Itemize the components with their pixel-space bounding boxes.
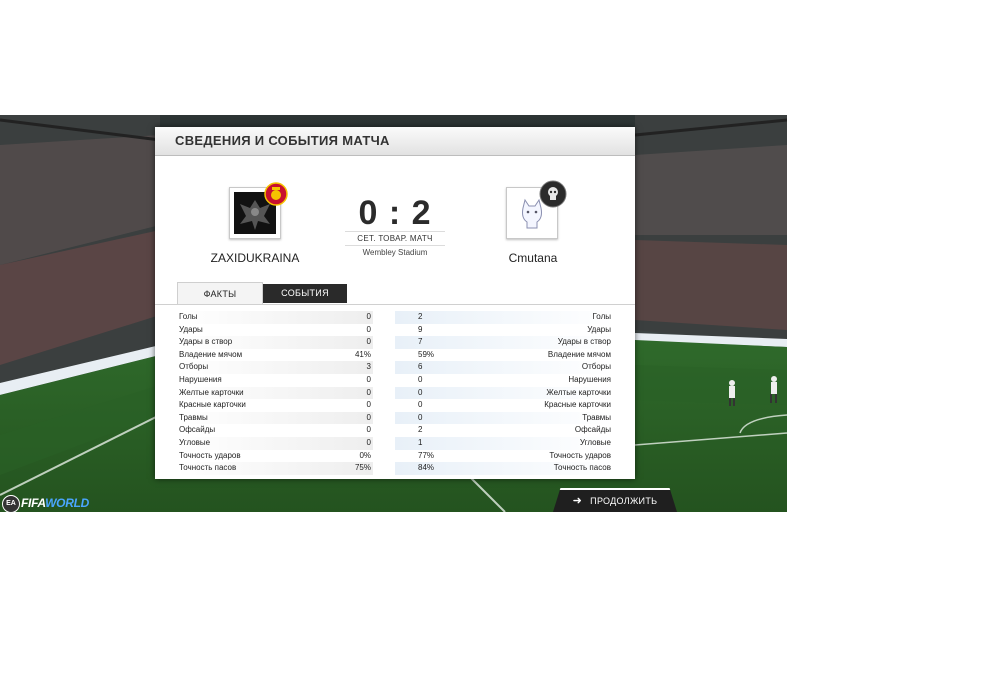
- stat-label-away: Нарушения: [568, 374, 611, 384]
- stat-row: Голы 0 2 Голы: [177, 311, 613, 324]
- stat-value-away: 6: [418, 362, 423, 372]
- stat-label-away: Удары: [587, 324, 611, 334]
- stat-row: Точность ударов 0% 77% Точность ударов: [177, 449, 613, 463]
- continue-button-label: ПРОДОЛЖИТЬ: [590, 496, 658, 506]
- stat-label-home: Угловые: [179, 437, 211, 447]
- stat-label-away: Точность пасов: [553, 463, 611, 473]
- stat-label-home: Удары: [179, 324, 203, 334]
- match-details-panel: СВЕДЕНИЯ И СОБЫТИЯ МАТЧА ZAXIDUKRAINA Cm…: [155, 127, 635, 479]
- stat-label-home: Нарушения: [179, 374, 222, 384]
- stat-value-home: 0: [366, 437, 371, 447]
- arrow-right-icon: ➜: [572, 495, 583, 507]
- stat-label-home: Точность ударов: [179, 450, 241, 460]
- continue-button[interactable]: ➜ ПРОДОЛЖИТЬ: [553, 488, 677, 512]
- stat-label-away: Желтые карточки: [546, 387, 611, 397]
- stat-value-away: 7: [418, 337, 423, 347]
- stat-label-away: Точность ударов: [549, 450, 611, 460]
- stat-label-home: Красные карточки: [179, 400, 246, 410]
- panel-title: СВЕДЕНИЯ И СОБЫТИЯ МАТЧА: [175, 133, 390, 148]
- stat-value-away: 9: [418, 324, 423, 334]
- home-club-badge-icon: [264, 182, 288, 206]
- home-team-crest: [229, 182, 288, 239]
- stat-value-home: 3: [366, 362, 371, 372]
- away-team-name: Cmutana: [508, 251, 558, 265]
- stat-value-home: 0: [366, 425, 371, 435]
- ea-logo-icon: EA: [2, 495, 20, 512]
- stat-label-away: Отборы: [581, 362, 611, 372]
- stat-row: Травмы 0 0 Травмы: [177, 411, 613, 425]
- stat-label-away: Офсайды: [574, 425, 611, 435]
- stat-value-away: 59%: [418, 349, 435, 359]
- stat-value-away: 2: [418, 312, 423, 321]
- stat-label-away: Красные карточки: [544, 400, 611, 410]
- stat-value-away: 2: [418, 425, 423, 435]
- stat-value-home: 0: [366, 387, 371, 397]
- match-score: 0 : 2: [358, 194, 432, 232]
- stat-label-home: Точность пасов: [179, 463, 237, 473]
- stats-table: Голы 0 2 Голы Удары 0 9 Удары Удары в створ 0 7 Уда…: [177, 311, 613, 475]
- stadium-name: Wembley Stadium: [362, 248, 428, 257]
- stat-row: Удары в створ 0 7 Удары в створ: [177, 336, 613, 349]
- logo-text-world: WORLD: [45, 496, 89, 510]
- fifa-world-logo: EA FIFAWORLD: [0, 492, 100, 512]
- stat-value-home: 75%: [354, 463, 371, 473]
- stat-value-away: 84%: [418, 463, 435, 473]
- game-viewport: СВЕДЕНИЯ И СОБЫТИЯ МАТЧА ZAXIDUKRAINA Cm…: [0, 115, 787, 512]
- stat-value-away: 0: [418, 400, 423, 410]
- skull-badge-icon: [539, 180, 567, 208]
- match-type-label: СЕТ. ТОВАР. МАТЧ: [345, 231, 445, 246]
- stat-label-away: Угловые: [579, 437, 611, 447]
- tab-divider: [155, 304, 635, 305]
- stat-label-home: Голы: [179, 312, 198, 321]
- stat-label-home: Желтые карточки: [179, 387, 244, 397]
- stat-label-home: Удары в створ: [179, 337, 233, 347]
- stat-value-away: 0: [418, 374, 423, 384]
- stat-label-away: Владение мячом: [547, 349, 611, 359]
- stat-value-home: 0: [366, 312, 371, 321]
- home-team-name: ZAXIDUKRAINA: [210, 251, 300, 265]
- stat-row: Желтые карточки 0 0 Желтые карточки: [177, 386, 613, 400]
- stat-value-away: 77%: [418, 450, 435, 460]
- panel-header: СВЕДЕНИЯ И СОБЫТИЯ МАТЧА: [155, 127, 635, 156]
- stat-row: Отборы 3 6 Отборы: [177, 361, 613, 374]
- stat-row: Угловые 0 1 Угловые: [177, 436, 613, 450]
- stat-row: Точность пасов 75% 84% Точность пасов: [177, 462, 613, 475]
- stat-label-home: Отборы: [179, 362, 209, 372]
- stat-value-home: 0: [366, 374, 371, 384]
- stat-value-home: 0: [366, 324, 371, 334]
- stat-row: Нарушения 0 0 Нарушения: [177, 373, 613, 387]
- stat-value-home: 0%: [359, 450, 371, 460]
- stat-label-home: Владение мячом: [179, 349, 243, 359]
- tab-facts[interactable]: ФАКТЫ: [177, 282, 263, 305]
- stat-label-away: Удары в створ: [557, 337, 611, 347]
- stat-value-away: 1: [418, 437, 423, 447]
- stat-value-home: 0: [366, 412, 371, 422]
- stat-label-away: Голы: [592, 312, 612, 321]
- stat-row: Удары 0 9 Удары: [177, 323, 613, 337]
- stat-label-home: Травмы: [179, 412, 208, 422]
- stat-value-away: 0: [418, 387, 423, 397]
- stat-value-away: 0: [418, 412, 423, 422]
- stat-label-away: Травмы: [582, 412, 611, 422]
- tab-events[interactable]: СОБЫТИЯ: [263, 284, 347, 303]
- stat-value-home: 0: [366, 400, 371, 410]
- stat-row: Владение мячом 41% 59% Владение мячом: [177, 348, 613, 362]
- stat-row: Красные карточки 0 0 Красные карточки: [177, 399, 613, 412]
- stat-value-home: 0: [366, 337, 371, 347]
- away-team-crest: [506, 180, 567, 239]
- stat-row: Офсайды 0 2 Офсайды: [177, 424, 613, 437]
- stat-label-home: Офсайды: [179, 425, 216, 435]
- stat-value-home: 41%: [354, 349, 371, 359]
- logo-text-fifa: FIFA: [21, 496, 46, 510]
